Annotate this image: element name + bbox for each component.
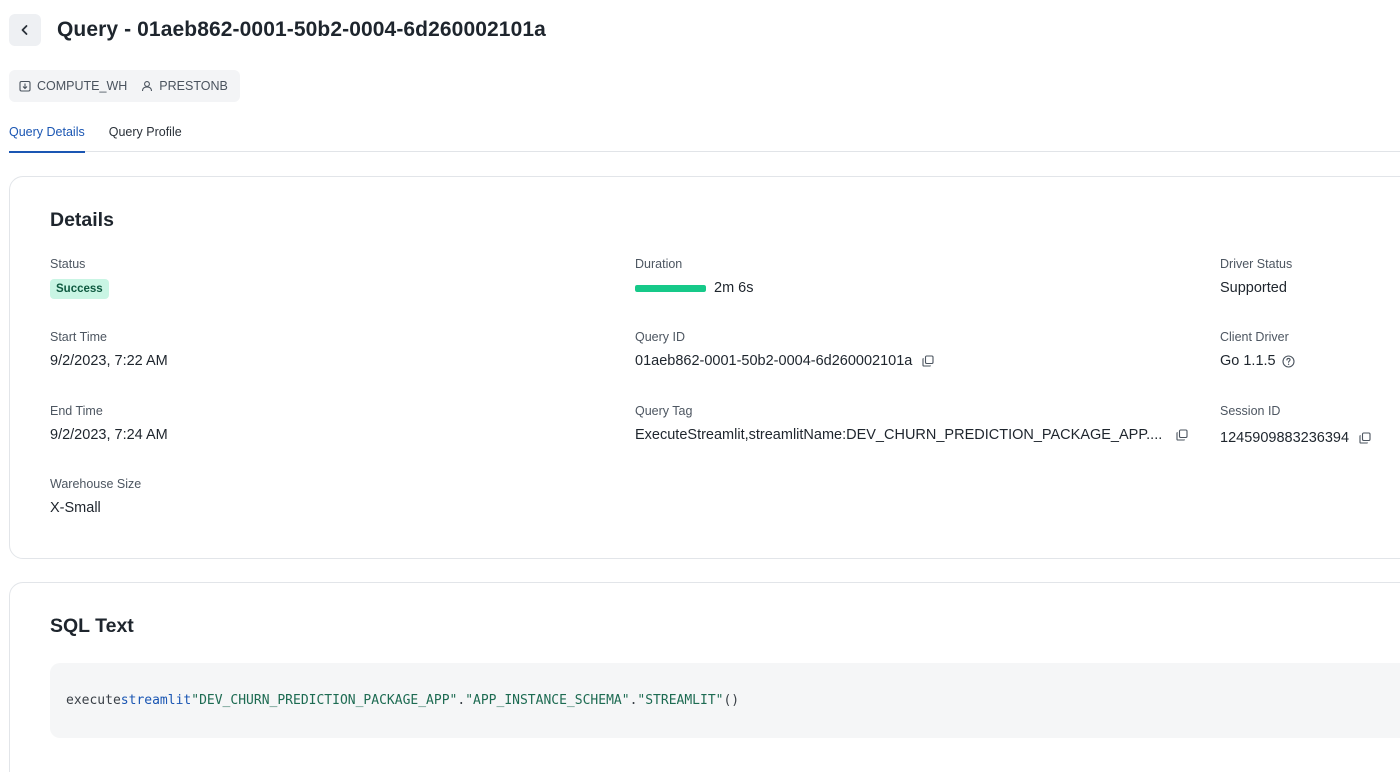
copy-icon[interactable] [922,355,934,367]
back-button[interactable] [9,14,41,46]
sql-string-streamlit: "STREAMLIT" [637,693,724,708]
sql-keyword-streamlit: streamlit [120,693,192,708]
sql-parens: () [723,693,740,708]
query-tag-field: Query Tag ExecuteStreamlit,streamlitName… [635,404,1188,443]
driver-status-value: Supported [1220,280,1287,296]
page-header: Query - 01aeb862-0001-50b2-0004-6d260002… [9,14,546,46]
query-id-value: 01aeb862-0001-50b2-0004-6d260002101a [635,353,913,369]
session-id-field: Session ID 1245909883236394 [1220,404,1371,446]
sql-code-block[interactable]: execute streamlit "DEV_CHURN_PREDICTION_… [50,663,1400,738]
query-id-label: Query ID [635,330,686,344]
start-time-value: 9/2/2023, 7:22 AM [50,353,168,369]
copy-icon[interactable] [1359,432,1371,444]
query-tag-value: ExecuteStreamlit,streamlitName:DEV_CHURN… [635,427,1163,443]
user-icon [141,80,153,92]
query-context-chips: COMPUTE_WH PRESTONB [9,70,240,102]
status-label: Status [50,257,86,271]
sql-string-app: "DEV_CHURN_PREDICTION_PACKAGE_APP" [191,693,458,708]
status-field: Status Success [50,257,109,299]
sql-text-card: SQL Text execute streamlit "DEV_CHURN_PR… [9,582,1400,772]
duration-bar-fill [635,284,706,292]
driver-status-field: Driver Status Supported [1220,257,1292,296]
warehouse-name: COMPUTE_WH [37,79,128,93]
query-id-field: Query ID 01aeb862-0001-50b2-0004-6d26000… [635,330,934,369]
user-chip[interactable]: PRESTONB [141,79,228,93]
session-id-label: Session ID [1220,404,1281,418]
user-name: PRESTONB [159,79,228,93]
duration-label: Duration [635,257,683,271]
sql-text-title: SQL Text [50,615,134,637]
start-time-label: Start Time [50,330,107,344]
end-time-field: End Time 9/2/2023, 7:24 AM [50,404,168,443]
tab-bar: Query Details Query Profile [9,114,1400,153]
duration-bar [635,284,706,292]
sql-string-schema: "APP_INSTANCE_SCHEMA" [465,693,630,708]
details-title: Details [50,209,114,231]
end-time-label: End Time [50,404,103,418]
client-driver-label: Client Driver [1220,330,1289,344]
chevron-left-icon [18,23,32,37]
status-badge: Success [50,279,109,299]
details-card: Details Status Success Start Time 9/2/20… [9,176,1400,559]
warehouse-size-value: X-Small [50,500,101,516]
help-circle-icon[interactable] [1282,354,1295,368]
client-driver-value: Go 1.1.5 [1220,353,1276,369]
warehouse-size-label: Warehouse Size [50,477,142,491]
sql-dot: . [629,693,638,708]
warehouse-chip[interactable]: COMPUTE_WH [19,79,127,93]
warehouse-size-field: Warehouse Size X-Small [50,477,141,516]
start-time-field: Start Time 9/2/2023, 7:22 AM [50,330,168,369]
duration-value: 2m 6s [714,280,754,296]
page-title: Query - 01aeb862-0001-50b2-0004-6d260002… [57,18,546,41]
warehouse-icon [19,80,31,92]
end-time-value: 9/2/2023, 7:24 AM [50,427,168,443]
duration-field: Duration 2m 6s [635,257,754,296]
tab-query-details[interactable]: Query Details [9,114,85,153]
driver-status-label: Driver Status [1220,257,1293,271]
query-tag-label: Query Tag [635,404,693,418]
session-id-value: 1245909883236394 [1220,430,1350,446]
sql-keyword-execute: execute [66,693,121,708]
copy-icon[interactable] [1176,429,1188,441]
client-driver-field: Client Driver Go 1.1.5 [1220,330,1295,369]
sql-dot: . [457,693,466,708]
tab-query-profile[interactable]: Query Profile [109,114,182,152]
